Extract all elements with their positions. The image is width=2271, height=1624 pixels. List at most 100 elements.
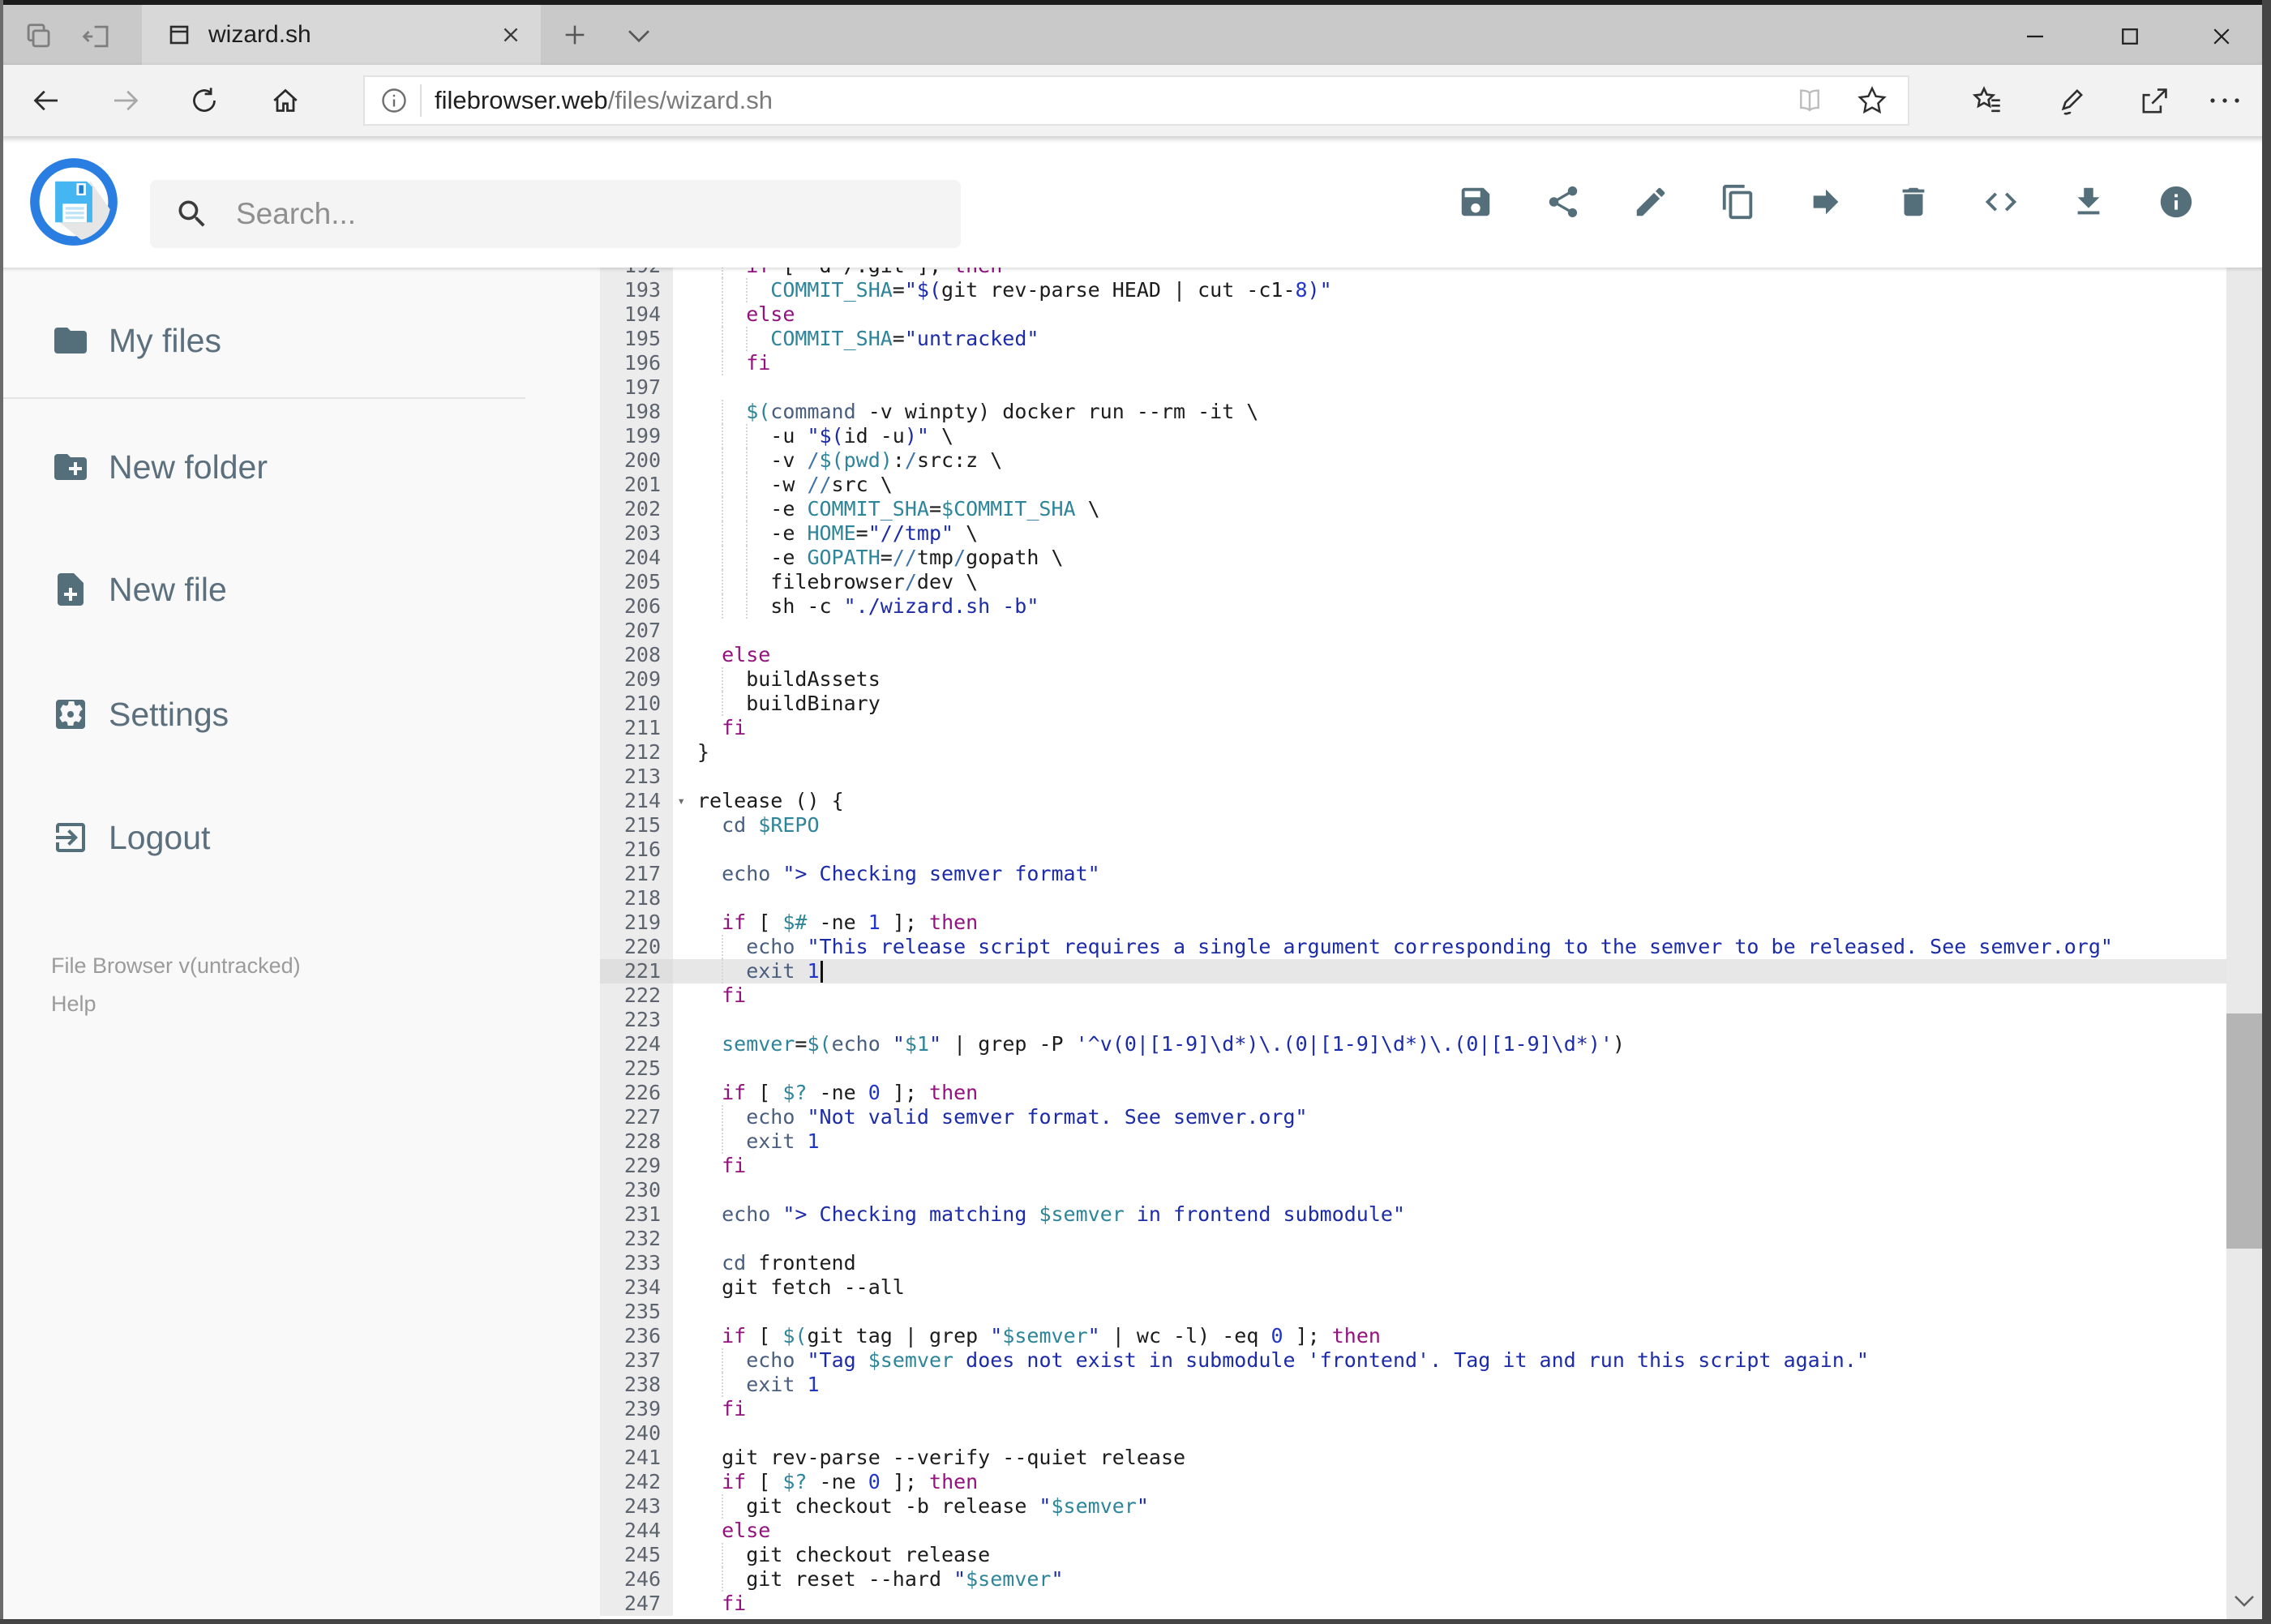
forward-icon[interactable]: [110, 84, 143, 117]
code-line-226[interactable]: 226 if [ $? -ne 0 ]; then: [600, 1081, 2226, 1105]
code-line-202[interactable]: 202 -e COMMIT_SHA=$COMMIT_SHA \: [600, 497, 2226, 521]
code-line-234[interactable]: 234 git fetch --all: [600, 1275, 2226, 1300]
line-number[interactable]: 209: [600, 667, 673, 692]
code-line-192[interactable]: 192if [ -d /.git ]; then: [600, 268, 2226, 278]
line-number[interactable]: 208: [600, 643, 673, 667]
line-number[interactable]: 244: [600, 1519, 673, 1543]
code-line-210[interactable]: 210 buildBinary: [600, 692, 2226, 716]
code-line-211[interactable]: 211 fi: [600, 716, 2226, 740]
line-number[interactable]: 205: [600, 570, 673, 594]
line-number[interactable]: 198: [600, 400, 673, 424]
code-line-218[interactable]: 218: [600, 886, 2226, 911]
save-button[interactable]: [1457, 183, 1494, 221]
scroll-down-icon[interactable]: [2226, 1583, 2262, 1619]
line-number[interactable]: 219: [600, 911, 673, 935]
code-line-219[interactable]: 219 if [ $# -ne 1 ]; then: [600, 911, 2226, 935]
fold-arrow-icon[interactable]: ▾: [677, 790, 685, 812]
code-line-223[interactable]: 223: [600, 1008, 2226, 1032]
line-number[interactable]: 216: [600, 838, 673, 862]
code-line-225[interactable]: 225: [600, 1056, 2226, 1081]
ink-notes-icon[interactable]: [2054, 84, 2088, 118]
share-button[interactable]: [1545, 183, 1582, 221]
line-number[interactable]: 203: [600, 521, 673, 546]
edit-button[interactable]: [1632, 183, 1669, 221]
code-line-206[interactable]: 206 sh -c "./wizard.sh -b": [600, 594, 2226, 619]
browser-tab[interactable]: wizard.sh: [142, 5, 541, 65]
line-number[interactable]: 223: [600, 1008, 673, 1032]
code-line-221[interactable]: 221 exit 1: [600, 959, 2226, 983]
close-button[interactable]: [2185, 16, 2258, 57]
line-number[interactable]: 238: [600, 1373, 673, 1397]
code-line-209[interactable]: 209 buildAssets: [600, 667, 2226, 692]
code-line-231[interactable]: 231 echo "> Checking matching $semver in …: [600, 1202, 2226, 1227]
line-number[interactable]: 218: [600, 886, 673, 911]
code-line-236[interactable]: 236 if [ $(git tag | grep "$semver" | wc …: [600, 1324, 2226, 1348]
line-number[interactable]: 224: [600, 1032, 673, 1056]
code-line-204[interactable]: 204 -e GOPATH=//tmp/gopath \: [600, 546, 2226, 570]
code-line-195[interactable]: 195 COMMIT_SHA="untracked": [600, 327, 2226, 351]
line-number[interactable]: 229: [600, 1154, 673, 1178]
code-view-button[interactable]: [1982, 183, 2020, 221]
code-line-246[interactable]: 246 git reset --hard "$semver": [600, 1567, 2226, 1592]
line-number[interactable]: 242: [600, 1470, 673, 1494]
address-bar[interactable]: filebrowser.web/files/wizard.sh: [363, 75, 1909, 126]
code-line-207[interactable]: 207: [600, 619, 2226, 643]
code-line-201[interactable]: 201 -w //src \: [600, 473, 2226, 497]
code-line-241[interactable]: 241 git rev-parse --verify --quiet releas…: [600, 1446, 2226, 1470]
code-line-228[interactable]: 228 exit 1: [600, 1129, 2226, 1154]
home-icon[interactable]: [269, 84, 302, 117]
line-number[interactable]: 228: [600, 1129, 673, 1154]
line-number[interactable]: 226: [600, 1081, 673, 1105]
line-number[interactable]: 237: [600, 1348, 673, 1373]
line-number[interactable]: 206: [600, 594, 673, 619]
code-line-233[interactable]: 233 cd frontend: [600, 1251, 2226, 1275]
code-line-217[interactable]: 217 echo "> Checking semver format": [600, 862, 2226, 886]
line-number[interactable]: 196: [600, 351, 673, 375]
code-line-197[interactable]: 197: [600, 375, 2226, 400]
sidebar-item-new-file[interactable]: New file: [0, 545, 525, 634]
line-number[interactable]: 220: [600, 935, 673, 959]
code-line-200[interactable]: 200 -v /$(pwd):/src:z \: [600, 448, 2226, 473]
code-line-235[interactable]: 235: [600, 1300, 2226, 1324]
line-number[interactable]: 247: [600, 1592, 673, 1616]
line-number[interactable]: 233: [600, 1251, 673, 1275]
sidebar-item-new-folder[interactable]: New folder: [0, 422, 525, 512]
code-line-198[interactable]: 198 $(command -v winpty) docker run --rm …: [600, 400, 2226, 424]
code-line-196[interactable]: 196 fi: [600, 351, 2226, 375]
maximize-button[interactable]: [2093, 16, 2166, 57]
line-number[interactable]: 230: [600, 1178, 673, 1202]
line-number[interactable]: 202: [600, 497, 673, 521]
line-number[interactable]: 235: [600, 1300, 673, 1324]
page-info-icon[interactable]: [379, 86, 409, 115]
code-line-237[interactable]: 237 echo "Tag $semver does not exist in s…: [600, 1348, 2226, 1373]
sidebar-item-logout[interactable]: Logout: [0, 793, 525, 882]
share-page-icon[interactable]: [2137, 84, 2171, 118]
search-input[interactable]: Search...: [150, 180, 961, 248]
page-scrollbar[interactable]: [2226, 151, 2262, 1619]
line-number[interactable]: 246: [600, 1567, 673, 1592]
refresh-icon[interactable]: [188, 84, 221, 117]
line-number[interactable]: 195: [600, 327, 673, 351]
line-number[interactable]: 201: [600, 473, 673, 497]
code-line-194[interactable]: 194 else: [600, 302, 2226, 327]
code-line-222[interactable]: 222 fi: [600, 983, 2226, 1008]
more-actions-icon[interactable]: [2207, 94, 2243, 107]
code-line-227[interactable]: 227 echo "Not valid semver format. See se…: [600, 1105, 2226, 1129]
back-icon[interactable]: [29, 84, 62, 117]
line-number[interactable]: 222: [600, 983, 673, 1008]
line-number[interactable]: 207: [600, 619, 673, 643]
favorites-hub-icon[interactable]: [1970, 84, 2004, 118]
line-number[interactable]: 214 ▾: [600, 789, 685, 813]
code-line-244[interactable]: 244 else: [600, 1519, 2226, 1543]
code-line-215[interactable]: 215 cd $REPO: [600, 813, 2226, 838]
code-line-203[interactable]: 203 -e HOME="//tmp" \: [600, 521, 2226, 546]
line-number[interactable]: 215: [600, 813, 673, 838]
tab-list-chevron-icon[interactable]: [626, 28, 652, 45]
code-line-230[interactable]: 230: [600, 1178, 2226, 1202]
code-line-208[interactable]: 208 else: [600, 643, 2226, 667]
code-line-216[interactable]: 216: [600, 838, 2226, 862]
line-number[interactable]: 225: [600, 1056, 673, 1081]
code-line-232[interactable]: 232: [600, 1227, 2226, 1251]
minimize-button[interactable]: [1999, 16, 2072, 57]
code-line-247[interactable]: 247 fi: [600, 1592, 2226, 1616]
